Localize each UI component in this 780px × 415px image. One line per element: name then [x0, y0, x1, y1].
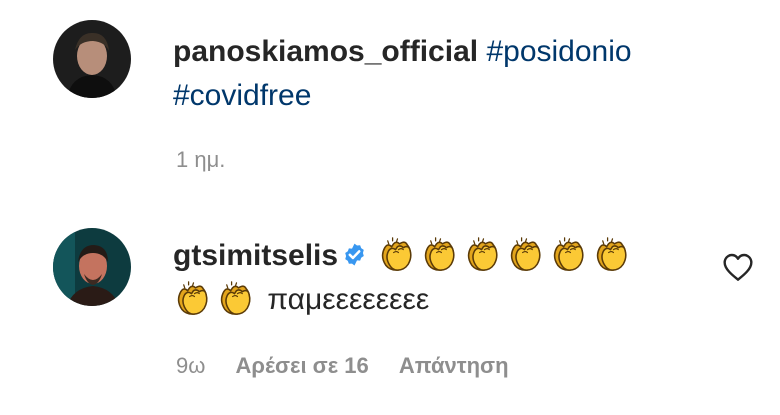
clapping-hands-icon — [420, 235, 459, 274]
clapping-hands-icon — [377, 235, 416, 274]
hashtag-link[interactable]: #covidfree — [173, 79, 311, 112]
comment-text: παμεεεεεεεε — [267, 283, 430, 316]
clapping-hands-icon — [173, 279, 212, 318]
reply-button[interactable]: Απάντηση — [399, 353, 509, 378]
clapping-hands-icon — [216, 279, 255, 318]
comment-actions: 9ω Αρέσει σε 16 Απάντηση — [176, 353, 533, 379]
avatar[interactable] — [53, 20, 131, 98]
username[interactable]: panoskiamos_official — [173, 35, 478, 68]
comment: gtsimitselis παμεεεεεεεε — [173, 234, 713, 322]
verified-badge-icon — [342, 236, 367, 266]
likes-count-link[interactable]: Αρέσει σε 16 — [236, 353, 369, 378]
emoji-row — [173, 281, 259, 316]
hashtag-link[interactable]: #posidonio — [486, 35, 631, 68]
clapping-hands-icon — [506, 235, 545, 274]
avatar[interactable] — [53, 228, 131, 306]
username[interactable]: gtsimitselis — [173, 239, 338, 272]
timestamp[interactable]: 9ω — [176, 353, 205, 378]
clapping-hands-icon — [549, 235, 588, 274]
emoji-row — [377, 237, 635, 272]
clapping-hands-icon — [592, 235, 631, 274]
post-caption: panoskiamos_official #posidonio #covidfr… — [173, 30, 733, 118]
timestamp[interactable]: 1 ημ. — [176, 147, 225, 173]
heart-icon[interactable] — [722, 252, 754, 282]
clapping-hands-icon — [463, 235, 502, 274]
